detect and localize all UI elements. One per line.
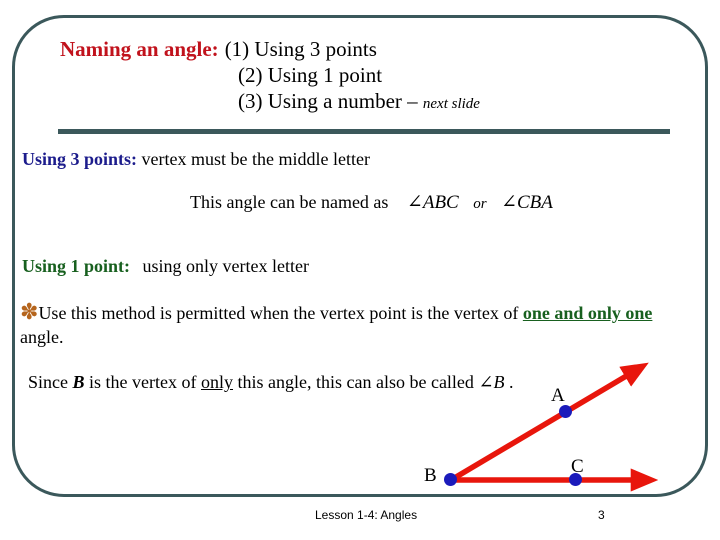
since-part-2: is the vertex of <box>84 372 201 392</box>
named-as-row: This angle can be named as ∠ABC or ∠CBA <box>190 190 553 216</box>
title-divider <box>58 129 670 134</box>
using-three-points-text: vertex must be the middle letter <box>141 149 370 169</box>
title-item-3: (3) Using a number <box>238 89 402 113</box>
since-underlined-only: only <box>200 372 233 392</box>
frame-mask-top <box>0 0 720 15</box>
footer-page-number: 3 <box>598 508 605 522</box>
next-slide-note: next slide <box>422 96 480 112</box>
angle-rays-svg <box>449 362 659 492</box>
title-dash: – <box>407 89 418 113</box>
angle-expression-abc: ∠ABC <box>406 192 459 213</box>
using-three-points-row: Using 3 points: vertex must be the middl… <box>22 147 370 171</box>
method-note-part-2: angle. <box>20 327 64 347</box>
using-one-point-heading: Using 1 point: <box>22 256 131 276</box>
point-a-label: A <box>551 385 565 406</box>
ray-ba <box>449 362 649 483</box>
title-line-1: Naming an angle: (1) Using 3 points <box>60 36 680 62</box>
using-three-points-heading: Using 3 points: <box>22 149 138 169</box>
method-note-part-1: Use this method is permitted when the ve… <box>38 303 523 323</box>
since-part-1: Since <box>28 372 73 392</box>
method-note-emphasis: one and only one <box>522 303 653 323</box>
angle-expression-cba: ∠CBA <box>501 192 553 213</box>
point-c-label: C <box>571 456 584 477</box>
slide-canvas: Naming an angle: (1) Using 3 points (2) U… <box>0 0 720 540</box>
angle-diagram: A B C <box>420 355 680 500</box>
named-as-text: This angle can be named as <box>190 192 389 212</box>
title-item-1: (1) Using 3 points <box>224 37 377 61</box>
title-line-3: (3) Using a number – next slide <box>60 88 680 117</box>
asterisk-icon: ✽ <box>20 299 39 324</box>
title-item-2: (2) Using 1 point <box>238 63 383 87</box>
slide-footer: Lesson 1-4: Angles 3 <box>0 508 720 528</box>
using-one-point-text: using only vertex letter <box>142 256 309 276</box>
since-variable-b: B <box>72 372 85 392</box>
point-b-label: B <box>424 465 437 486</box>
title-block: Naming an angle: (1) Using 3 points (2) U… <box>60 36 680 117</box>
title-line-2: (2) Using 1 point <box>60 62 680 88</box>
angle-expression-conjunction: or <box>473 196 487 212</box>
footer-lesson-text: Lesson 1-4: Angles <box>315 508 418 522</box>
using-one-point-row: Using 1 point: using only vertex letter <box>22 254 309 278</box>
title-label: Naming an angle: <box>60 37 219 61</box>
method-note-row: ✽Use this method is permitted when the v… <box>20 300 690 349</box>
point-b-dot <box>444 473 457 486</box>
